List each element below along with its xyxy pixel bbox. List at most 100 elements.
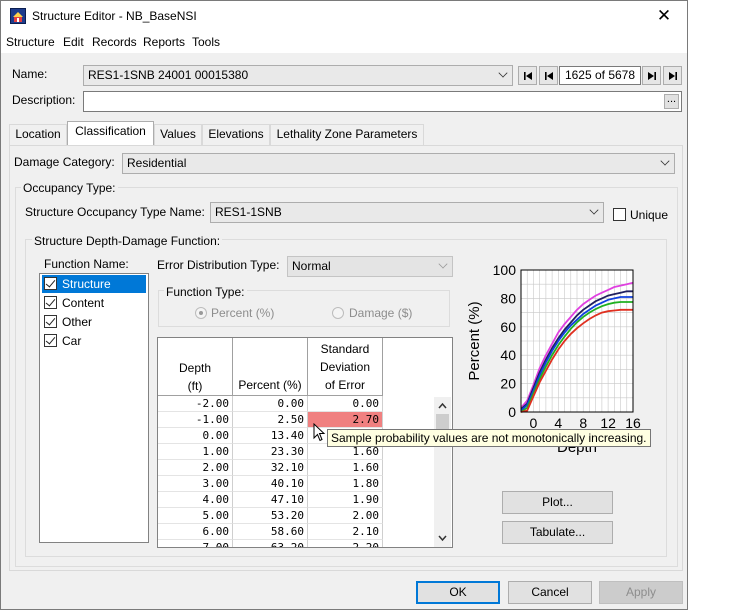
other-checkbox[interactable] <box>44 315 57 328</box>
y-tick-label: 40 <box>500 347 516 363</box>
depth-cell[interactable]: 6.00 <box>158 524 233 540</box>
cancel-button[interactable]: Cancel <box>508 581 592 604</box>
percent-cell[interactable]: 13.40 <box>233 428 308 444</box>
error-distribution-value: Normal <box>292 259 331 273</box>
damage-category-label: Damage Category: <box>14 155 115 169</box>
menu-edit[interactable]: Edit <box>63 35 84 49</box>
percent-cell[interactable]: 0.00 <box>233 396 308 412</box>
ok-button[interactable]: OK <box>416 581 500 604</box>
name-value: RES1-1SNB 24001 00015380 <box>88 68 249 82</box>
close-icon: ✕ <box>656 6 672 25</box>
menu-tools[interactable]: Tools <box>192 35 220 49</box>
structure-editor-window: Structure Editor - NB_BaseNSI ✕ Structur… <box>0 0 688 610</box>
function-item-label: Other <box>62 315 93 329</box>
damage-radio[interactable] <box>332 307 344 319</box>
function-item-label: Car <box>62 334 82 348</box>
stddev-cell[interactable]: 2.00 <box>308 508 383 524</box>
y-tick-label: 0 <box>508 404 516 420</box>
stddev-cell[interactable]: 1.60 <box>308 460 383 476</box>
occupancy-type-name-value: RES1-1SNB <box>215 205 282 219</box>
tab-elevations[interactable]: Elevations <box>202 124 270 145</box>
depth-cell[interactable]: 2.00 <box>158 460 233 476</box>
chevron-down-icon <box>660 156 670 166</box>
menu-bar: Structure Edit Records Reports Tools <box>1 33 687 53</box>
percent-header-line: Percent (%) <box>238 378 302 392</box>
function-item-car[interactable]: Car <box>42 332 146 350</box>
last-record-button[interactable] <box>663 66 682 85</box>
depth-cell[interactable]: -2.00 <box>158 396 233 412</box>
percent-cell[interactable]: 63.20 <box>233 540 308 547</box>
plot-button[interactable]: Plot... <box>502 491 613 514</box>
percent-radio[interactable] <box>195 307 207 319</box>
previous-record-button[interactable] <box>539 66 558 85</box>
stddev-cell[interactable]: 2.20 <box>308 540 383 547</box>
car-checkbox[interactable] <box>44 334 57 347</box>
error-distribution-combo[interactable]: Normal <box>287 256 453 277</box>
first-record-button[interactable] <box>518 66 537 85</box>
close-button[interactable]: ✕ <box>641 1 687 31</box>
damage-category-combo[interactable]: Residential <box>122 153 675 174</box>
percent-cell[interactable]: 58.60 <box>233 524 308 540</box>
menu-structure[interactable]: Structure <box>6 35 55 49</box>
tab-lethality-zone-parameters[interactable]: Lethality Zone Parameters <box>270 124 424 145</box>
content-checkbox[interactable] <box>44 296 57 309</box>
stddev-cell[interactable]: 1.80 <box>308 476 383 492</box>
stddev-header-line: Deviation <box>319 360 371 374</box>
percent-cell[interactable]: 2.50 <box>233 412 308 428</box>
function-item-other[interactable]: Other <box>42 313 146 331</box>
depth-cell[interactable]: 0.00 <box>158 428 233 444</box>
occupancy-type-group-label: Occupancy Type: <box>21 181 118 195</box>
depth-damage-function-group-label: Structure Depth-Damage Function: <box>32 234 223 248</box>
table-vertical-scrollbar[interactable] <box>434 397 451 547</box>
depth-cell[interactable]: 4.00 <box>158 492 233 508</box>
y-tick-label: 80 <box>500 290 516 306</box>
tab-location[interactable]: Location <box>9 124 67 145</box>
depth-cell[interactable]: -1.00 <box>158 412 233 428</box>
y-tick-label: 100 <box>493 262 517 278</box>
function-item-label: Structure <box>62 277 111 291</box>
description-label: Description: <box>12 93 76 107</box>
stddev-cell[interactable]: 1.90 <box>308 492 383 508</box>
y-axis-label: Percent (%) <box>466 301 483 380</box>
last-record-icon <box>668 72 677 80</box>
menu-reports[interactable]: Reports <box>143 35 185 49</box>
percent-cell[interactable]: 47.10 <box>233 492 308 508</box>
unique-checkbox[interactable] <box>613 208 626 221</box>
depth-cell[interactable]: 7.00 <box>158 540 233 547</box>
first-record-icon <box>523 72 532 80</box>
scroll-up-icon[interactable] <box>434 399 451 413</box>
stddev-header-line: Standard <box>320 342 370 356</box>
chevron-down-icon <box>589 205 599 215</box>
depth-cell[interactable]: 1.00 <box>158 444 233 460</box>
record-counter: 1625 of 5678 <box>559 66 641 85</box>
stddev-cell[interactable]: 0.00 <box>308 396 383 412</box>
chevron-down-icon <box>498 68 508 78</box>
percent-cell[interactable]: 40.10 <box>233 476 308 492</box>
function-item-structure[interactable]: Structure <box>42 275 146 293</box>
occupancy-type-name-combo[interactable]: RES1-1SNB <box>210 202 604 223</box>
tab-values[interactable]: Values <box>154 124 202 145</box>
function-type-label: Function Type: <box>164 285 247 299</box>
error-distribution-label: Error Distribution Type: <box>157 258 280 272</box>
depth-cell[interactable]: 5.00 <box>158 508 233 524</box>
menu-records[interactable]: Records <box>92 35 137 49</box>
depth-cell[interactable]: 3.00 <box>158 476 233 492</box>
tab-classification[interactable]: Classification <box>67 121 154 145</box>
tabulate-button[interactable]: Tabulate... <box>502 521 613 544</box>
description-input[interactable]: ... <box>83 91 682 112</box>
percent-cell[interactable]: 23.30 <box>233 444 308 460</box>
apply-button: Apply <box>599 581 683 604</box>
function-item-content[interactable]: Content <box>42 294 146 312</box>
function-name-list: Structure Content Other Car <box>39 273 149 543</box>
mouse-cursor-icon <box>313 423 326 442</box>
percent-radio-label: Percent (%) <box>211 306 275 320</box>
title-bar: Structure Editor - NB_BaseNSI ✕ <box>1 1 687 33</box>
percent-cell[interactable]: 32.10 <box>233 460 308 476</box>
description-browse-button[interactable]: ... <box>664 94 679 109</box>
stddev-cell[interactable]: 2.10 <box>308 524 383 540</box>
structure-checkbox[interactable] <box>44 277 57 290</box>
name-combo[interactable]: RES1-1SNB 24001 00015380 <box>83 65 513 86</box>
next-record-button[interactable] <box>642 66 661 85</box>
scroll-down-icon[interactable] <box>434 531 451 545</box>
percent-cell[interactable]: 53.20 <box>233 508 308 524</box>
